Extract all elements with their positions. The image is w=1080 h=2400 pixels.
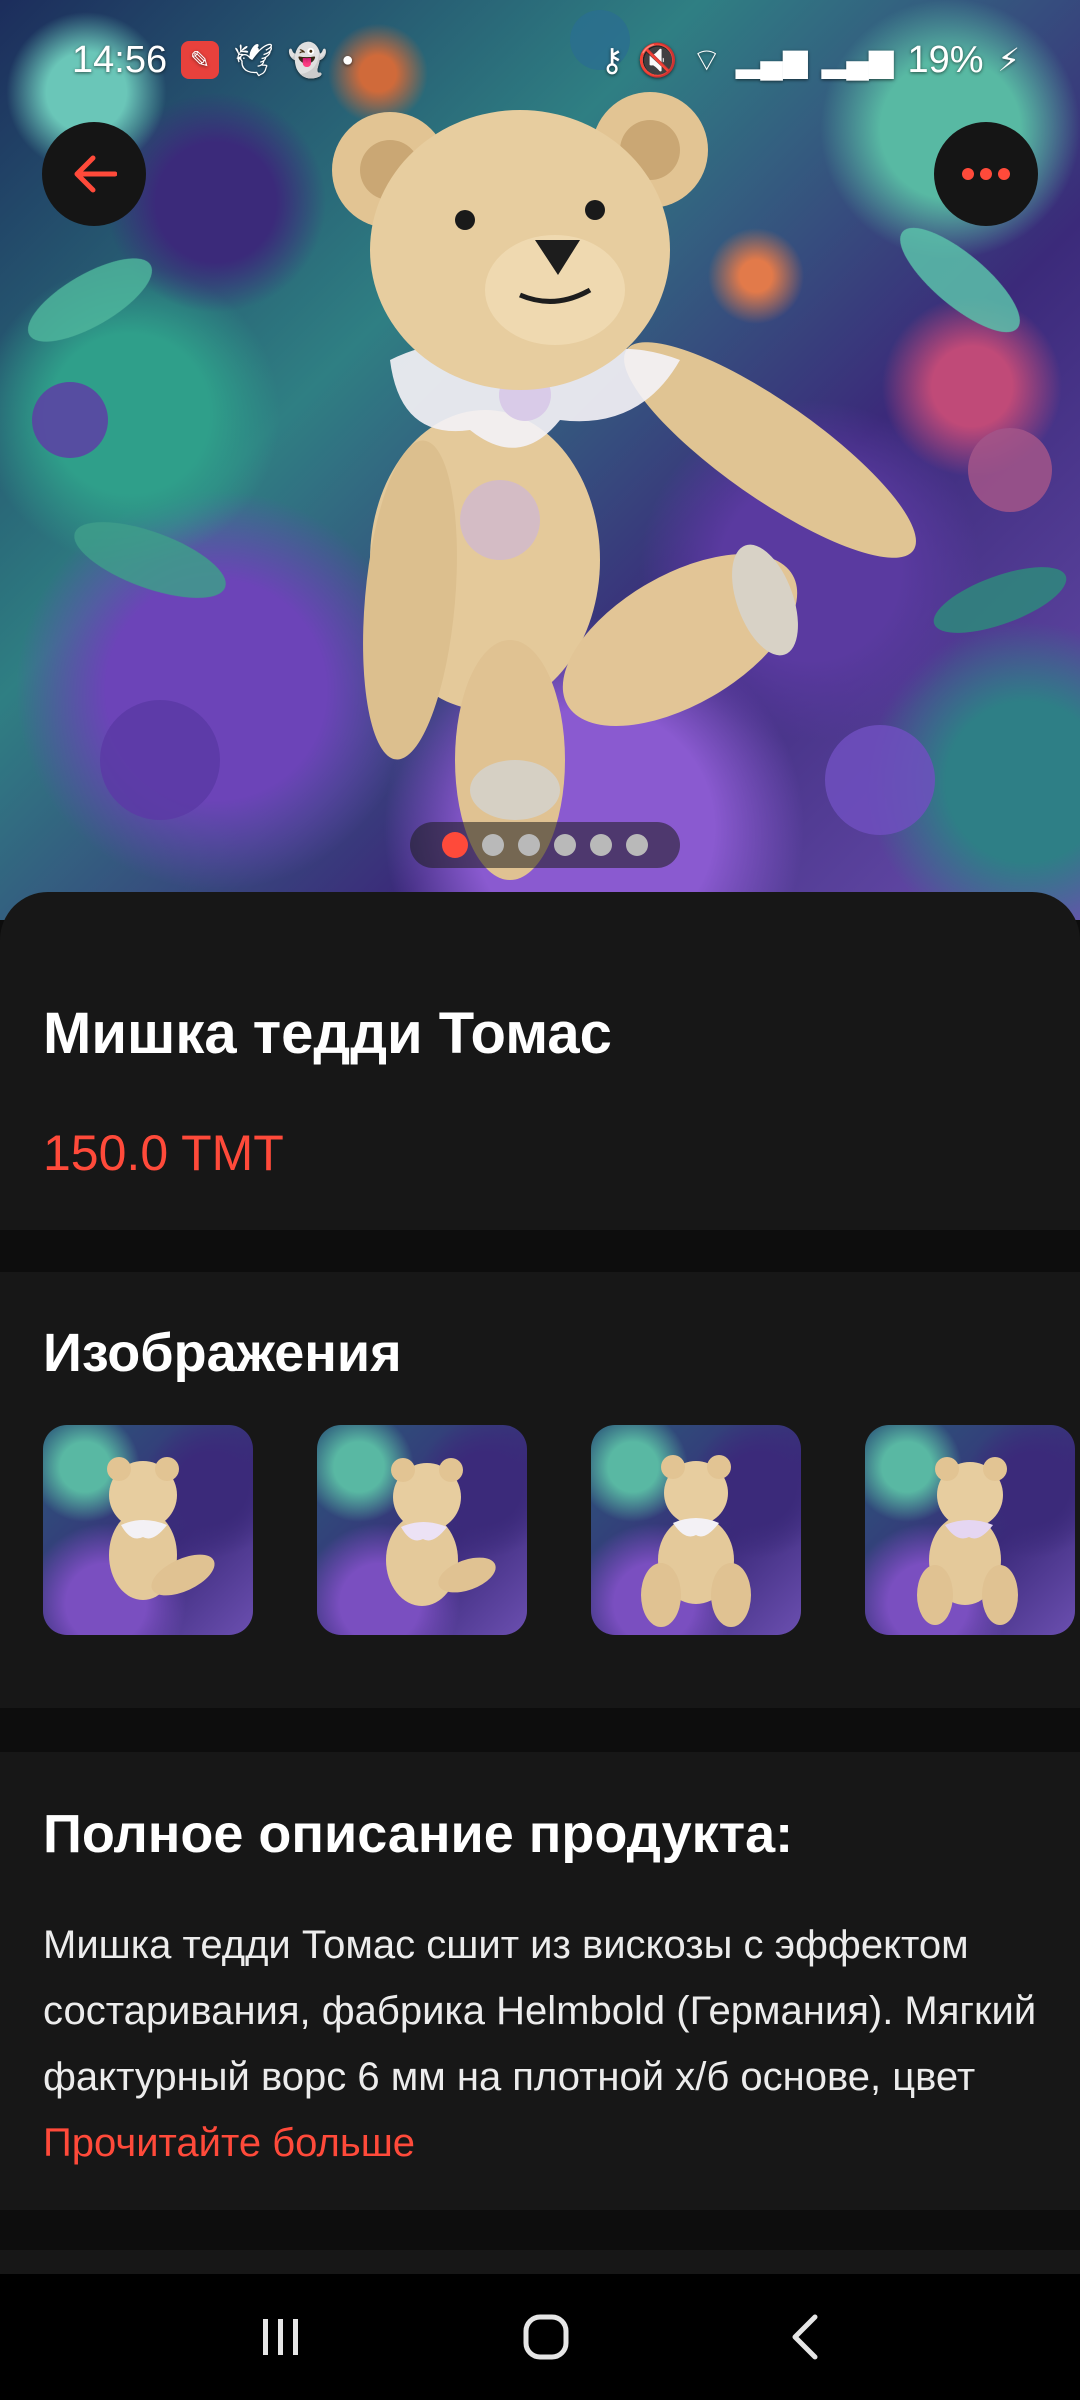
battery-charging-icon: ⚡ [997, 42, 1020, 78]
app-badge-icon: ✎ [181, 41, 220, 79]
home-icon[interactable] [522, 2313, 570, 2361]
image-thumbnail[interactable] [317, 1425, 527, 1635]
status-time: 14:56 [72, 38, 168, 81]
page-dot[interactable] [442, 832, 468, 858]
gallery-page-indicator [410, 822, 680, 868]
signal-icon: ▂▄▆ [821, 42, 894, 78]
product-image-gallery[interactable]: 14:56 ✎ 🕊 👻 ● ⚷ 🔇 ⌔ ▂▄▆ ▂▄▆ 19% ⚡ [0, 0, 1080, 920]
product-screen: 14:56 ✎ 🕊 👻 ● ⚷ 🔇 ⌔ ▂▄▆ ▂▄▆ 19% ⚡ Мишка … [0, 0, 1080, 2400]
description-section-title: Полное описание продукта: [43, 1804, 794, 1864]
wifi-icon: ⌔ [691, 42, 722, 78]
more-horizontal-icon [962, 168, 1010, 180]
back-nav-icon[interactable] [789, 2313, 821, 2361]
read-more-link[interactable]: Прочитайте больше [43, 2121, 415, 2165]
vpn-key-icon: ⚷ [600, 42, 624, 78]
mute-icon: 🔇 [637, 42, 678, 78]
image-thumbnail[interactable] [865, 1425, 1075, 1635]
page-dot[interactable] [554, 834, 576, 856]
product-price: 150.0 TMT [43, 1125, 284, 1181]
twitter-icon: 🕊 [233, 42, 274, 78]
more-options-button[interactable] [934, 122, 1038, 226]
battery-level: 19% [907, 38, 984, 81]
teddy-thumbnail-image [917, 1457, 1018, 1625]
signal-icon: ▂▄▆ [735, 42, 808, 78]
teddy-bear-photo [27, 10, 1067, 880]
status-bar-left: 14:56 ✎ 🕊 👻 ● [72, 39, 354, 82]
page-dot[interactable] [482, 834, 504, 856]
teddy-thumbnail-image [386, 1458, 496, 1606]
page-dot[interactable] [590, 834, 612, 856]
dot-icon: ● [341, 48, 354, 71]
images-section-title: Изображения [43, 1323, 402, 1383]
status-bar-right: ⚷ 🔇 ⌔ ▂▄▆ ▂▄▆ 19% ⚡ [600, 39, 1020, 82]
image-thumbnail[interactable] [591, 1425, 801, 1635]
back-button[interactable] [42, 122, 146, 226]
teddy-thumbnail-image [641, 1455, 751, 1627]
arrow-left-icon [74, 155, 117, 193]
image-thumbnail[interactable] [43, 1425, 253, 1635]
next-section-edge [0, 2250, 1080, 2274]
image-thumbnails [43, 1425, 1075, 1635]
system-navigation-bar [0, 2274, 1080, 2400]
teddy-thumbnail-image [107, 1457, 215, 1600]
recent-apps-icon[interactable] [259, 2315, 303, 2359]
page-dot[interactable] [626, 834, 648, 856]
page-dot[interactable] [518, 834, 540, 856]
status-bar: 14:56 ✎ 🕊 👻 ● ⚷ 🔇 ⌔ ▂▄▆ ▂▄▆ 19% ⚡ [0, 0, 1080, 120]
description-body: Мишка тедди Томас сшит из вискозы с эффе… [43, 1923, 1037, 2099]
snapchat-icon: 👻 [287, 42, 328, 78]
description-text: Мишка тедди Томас сшит из вискозы с эффе… [43, 1912, 1043, 2176]
product-title: Мишка тедди Томас [43, 1001, 612, 1066]
